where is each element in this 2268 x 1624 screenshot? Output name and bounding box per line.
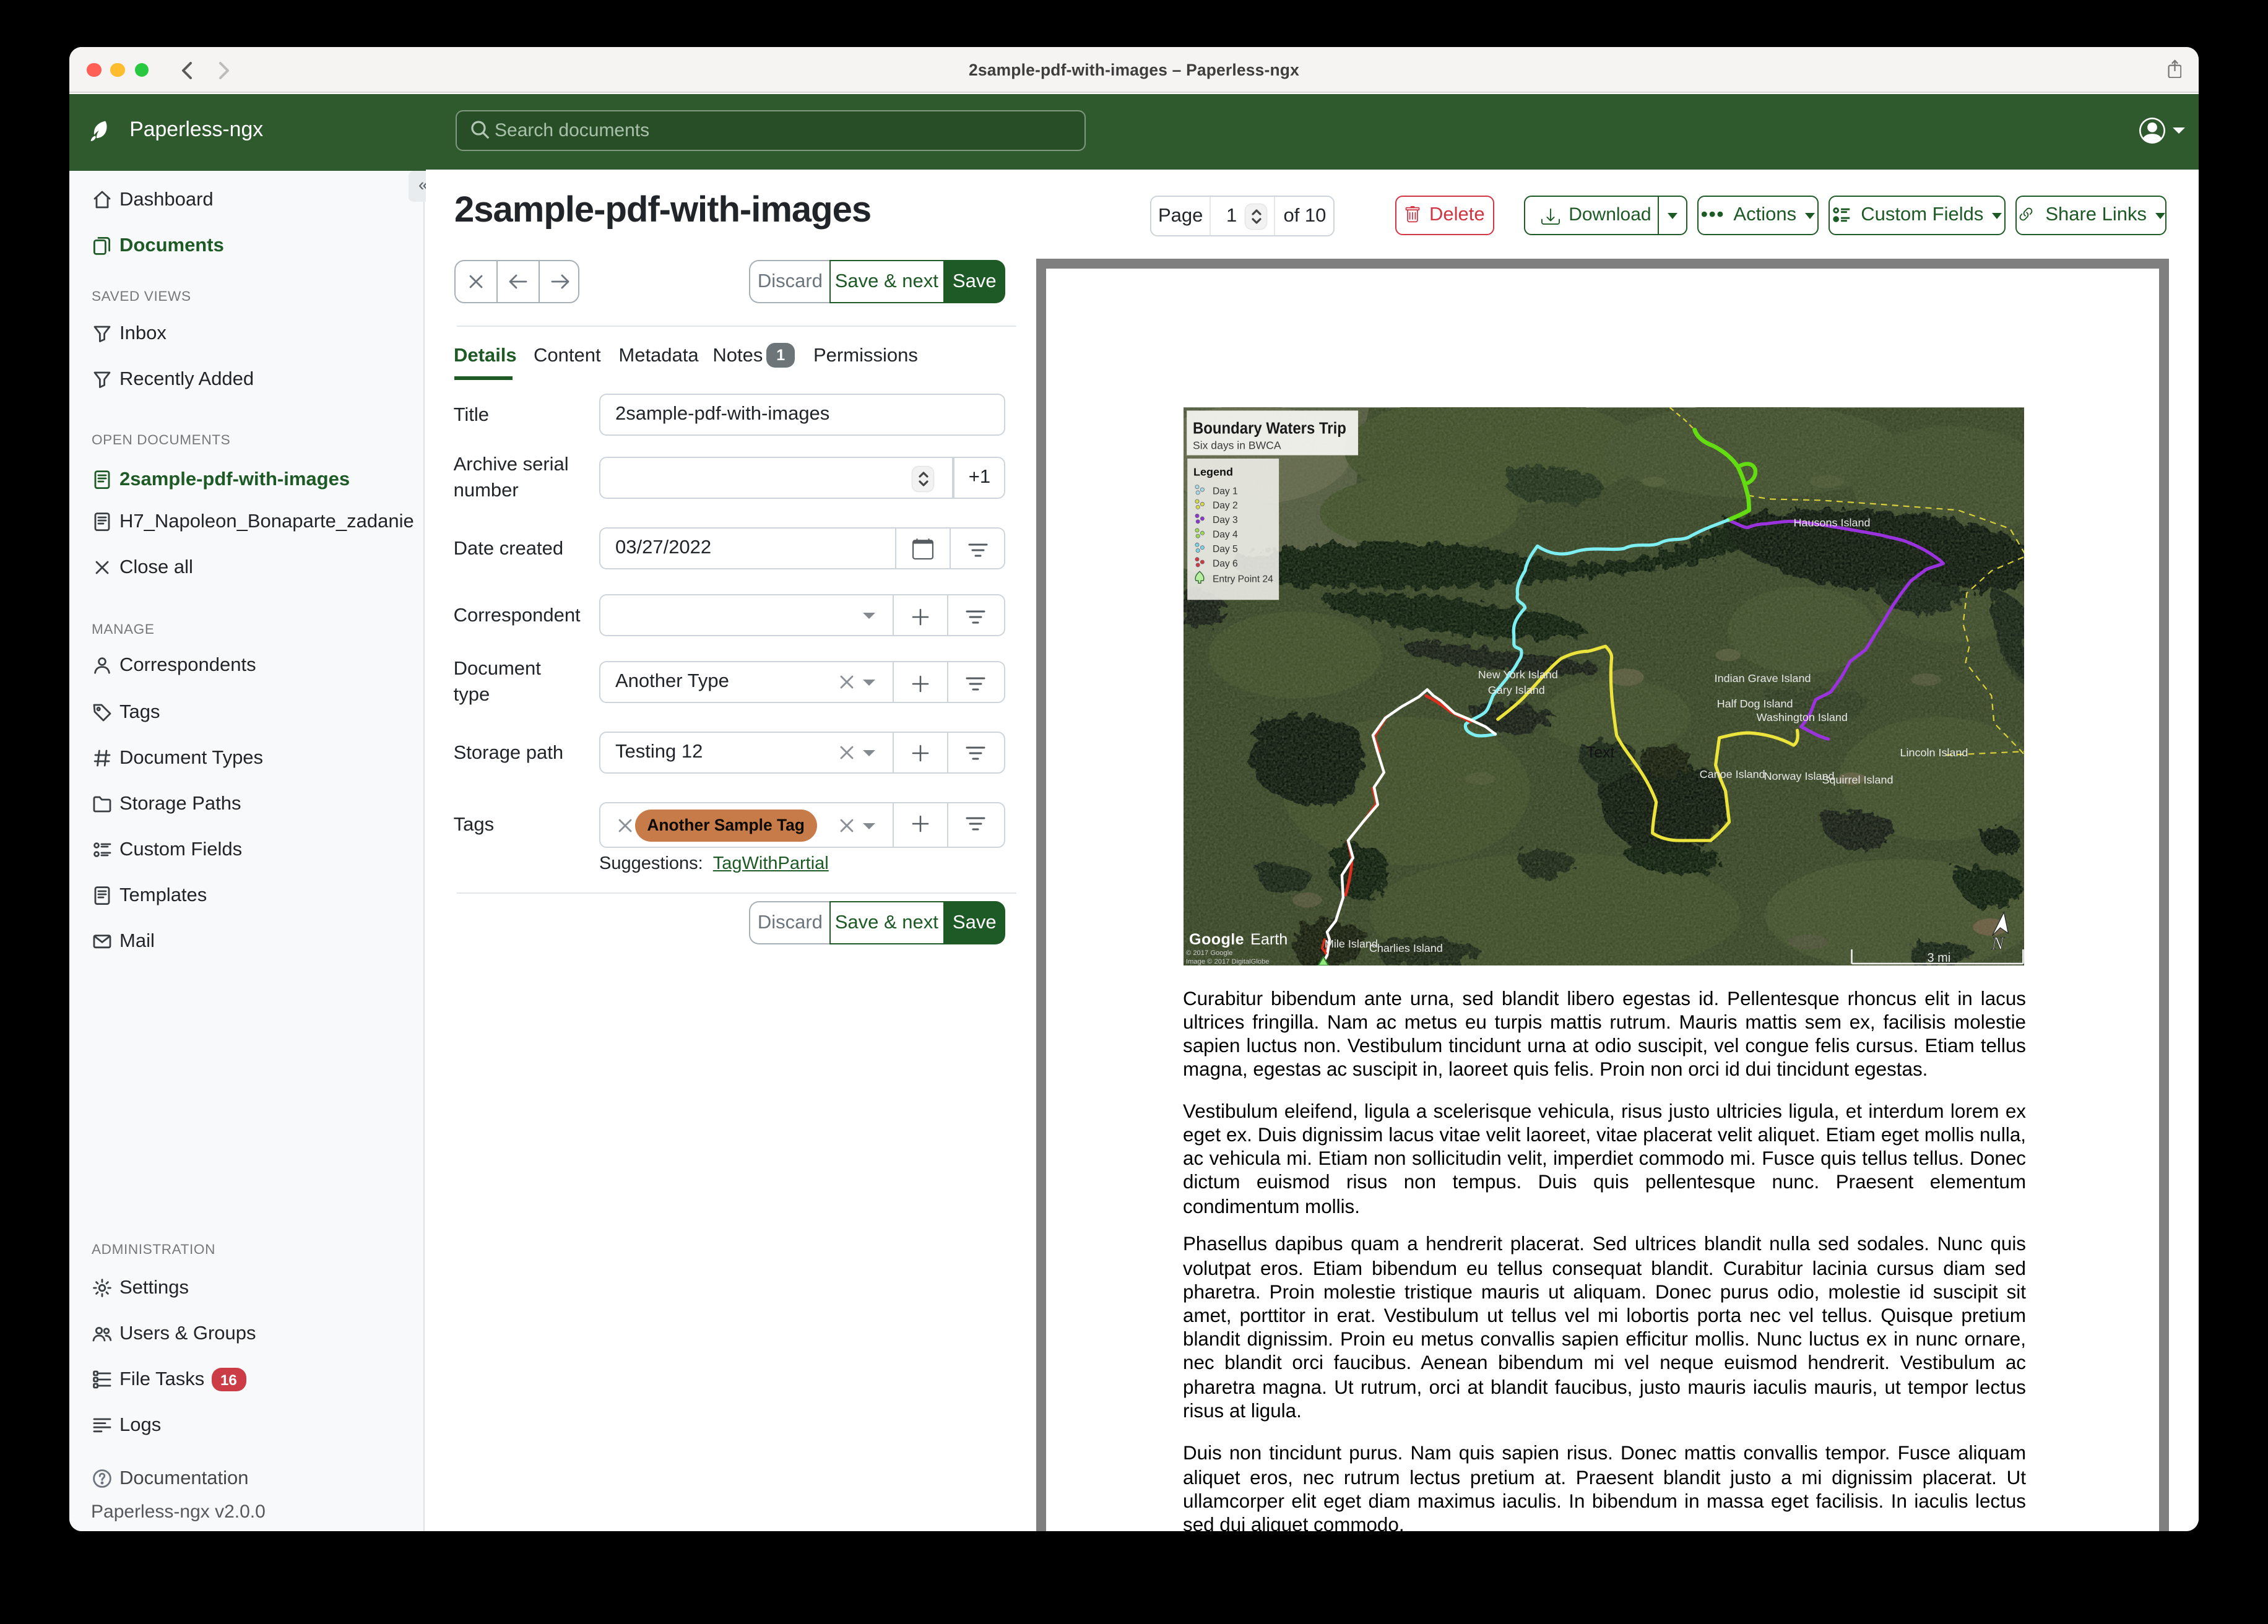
svg-text:Day 6: Day 6 [1212,558,1237,569]
svg-text:Day 2: Day 2 [1212,501,1237,511]
svg-text:Day 1: Day 1 [1212,486,1237,496]
svg-text:Indian Grave Island: Indian Grave Island [1714,672,1811,685]
svg-text:New York Island: New York Island [1478,668,1557,681]
svg-text:Squirrel Island: Squirrel Island [1822,774,1893,786]
svg-text:Day 4: Day 4 [1212,529,1237,540]
svg-text:Day 3: Day 3 [1212,515,1237,525]
svg-text:© 2017 Google: © 2017 Google [1185,949,1232,957]
svg-text:Image © 2017 DigitalGlobe: Image © 2017 DigitalGlobe [1185,958,1268,965]
svg-text:Lincoln Island: Lincoln Island [1899,746,1967,759]
svg-text:Canoe Island: Canoe Island [1699,768,1765,780]
svg-text:Half Dog Island: Half Dog Island [1716,698,1793,710]
svg-text:Boundary Waters Trip: Boundary Waters Trip [1192,418,1346,437]
svg-text:Washington Island: Washington Island [1756,711,1847,723]
svg-text:GoogleEarth: Google Earth [1188,931,1287,948]
svg-text:Day 5: Day 5 [1212,544,1237,555]
svg-text:Hausons Island: Hausons Island [1793,516,1870,529]
svg-text:Charlies Island: Charlies Island [1369,942,1442,954]
svg-text:Gary Island: Gary Island [1487,684,1544,696]
svg-text:Entry Point 24: Entry Point 24 [1212,574,1273,584]
svg-text:Legend: Legend [1193,465,1232,478]
svg-text:Six days in BWCA: Six days in BWCA [1192,439,1281,451]
svg-text:3 mi: 3 mi [1926,951,1950,965]
svg-text:N: N [1990,933,2004,954]
svg-text:Text: Text [1586,744,1614,761]
